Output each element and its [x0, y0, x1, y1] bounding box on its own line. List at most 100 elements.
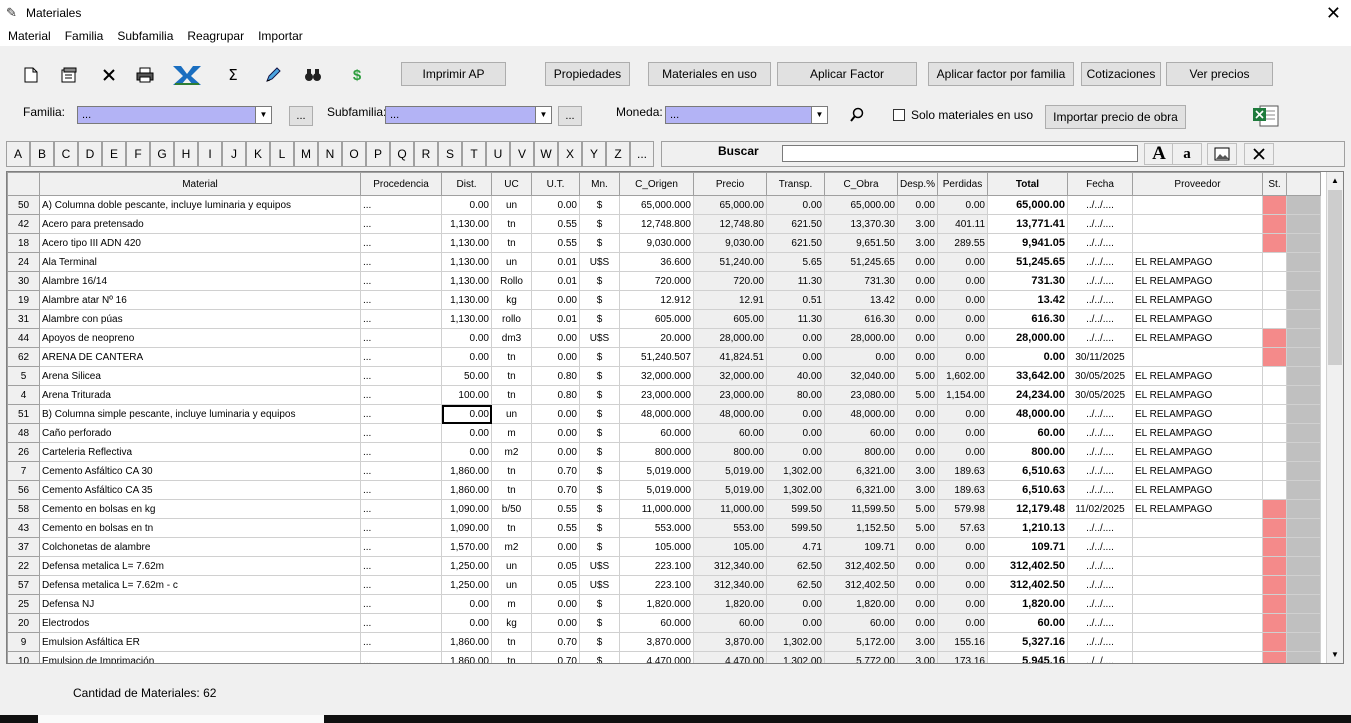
table-cell[interactable]: $	[579, 461, 620, 481]
table-cell[interactable]: 62.50	[766, 575, 825, 595]
table-cell[interactable]: ../../....	[1067, 252, 1133, 272]
table-cell[interactable]: 5,019.00	[693, 480, 767, 500]
table-cell[interactable]: ...	[360, 556, 442, 576]
table-cell[interactable]: 599.50	[766, 518, 825, 538]
table-cell[interactable]: 616.30	[987, 309, 1068, 329]
table-cell[interactable]: 0.00	[766, 195, 825, 215]
table-cell[interactable]: ../../....	[1067, 613, 1133, 633]
table-row[interactable]: 26 Carteleria Reflectiva... 0.00 m2 0.00 $800…	[7, 442, 1321, 462]
menu-subfamilia[interactable]: Subfamilia	[117, 29, 173, 43]
table-cell[interactable]: 65,000.00	[824, 195, 898, 215]
table-cell[interactable]: Alambre con púas	[39, 309, 361, 329]
table-cell[interactable]: 25	[7, 594, 40, 614]
column-header[interactable]: Precio	[693, 172, 767, 196]
table-cell[interactable]: 13,370.30	[824, 214, 898, 234]
table-cell[interactable]: 5,019.000	[619, 480, 694, 500]
table-cell[interactable]: 0.00	[897, 537, 938, 557]
table-cell[interactable]: ...	[360, 461, 442, 481]
table-cell[interactable]	[1132, 556, 1263, 576]
table-cell[interactable]: 18	[7, 233, 40, 253]
column-header[interactable]: C_Origen	[619, 172, 694, 196]
table-cell[interactable]: 24	[7, 252, 40, 272]
table-cell[interactable]: 40.00	[766, 366, 825, 386]
table-cell[interactable]: U$S	[579, 252, 620, 272]
table-cell[interactable]: ...	[360, 385, 442, 405]
excel-export-icon[interactable]	[170, 64, 204, 86]
table-cell[interactable]: 4,470.000	[619, 651, 694, 663]
table-cell[interactable]: ../../....	[1067, 271, 1133, 291]
table-cell[interactable]: 62.50	[766, 556, 825, 576]
table-cell[interactable]: 1,820.00	[693, 594, 767, 614]
table-cell[interactable]: 11,000.000	[619, 499, 694, 519]
table-cell[interactable]: 60.00	[824, 613, 898, 633]
ver-precios-button[interactable]: Ver precios	[1166, 62, 1273, 86]
table-cell[interactable]: 9,030.000	[619, 233, 694, 253]
materiales-en-uso-button[interactable]: Materiales en uso	[648, 62, 771, 86]
table-cell[interactable]: rollo	[491, 309, 532, 329]
table-cell[interactable]: Arena Triturada	[39, 385, 361, 405]
table-cell[interactable]: 62	[7, 347, 40, 367]
search-icon[interactable]	[846, 104, 868, 126]
image-icon[interactable]	[1207, 143, 1237, 165]
new-document-icon[interactable]	[20, 64, 42, 86]
column-header[interactable]: U.T.	[531, 172, 580, 196]
table-cell[interactable]: 0.01	[531, 309, 580, 329]
column-header[interactable]: Mn.	[579, 172, 620, 196]
table-cell[interactable]: ...	[360, 613, 442, 633]
table-cell[interactable]: kg	[491, 613, 532, 633]
table-cell[interactable]: m2	[491, 442, 532, 462]
table-cell[interactable]: Cemento en bolsas en tn	[39, 518, 361, 538]
table-cell[interactable]: 1,250.00	[441, 575, 492, 595]
table-cell[interactable]: ../../....	[1067, 290, 1133, 310]
table-cell[interactable]: 0.00	[766, 594, 825, 614]
table-cell[interactable]: 155.16	[937, 632, 988, 652]
dollar-icon[interactable]: $	[346, 64, 368, 86]
table-cell[interactable]: ...	[360, 214, 442, 234]
table-cell[interactable]: 1,130.00	[441, 271, 492, 291]
table-cell[interactable]: 0.00	[897, 309, 938, 329]
table-cell[interactable]: EL RELAMPAGO	[1132, 404, 1263, 424]
table-cell[interactable]: Cemento en bolsas en kg	[39, 499, 361, 519]
subfamilia-browse-button[interactable]: ...	[558, 106, 582, 126]
table-cell[interactable]: 3.00	[897, 651, 938, 663]
table-cell[interactable]: 6,321.00	[824, 480, 898, 500]
table-cell[interactable]: EL RELAMPAGO	[1132, 290, 1263, 310]
table-cell[interactable]: Cemento Asfáltico CA 35	[39, 480, 361, 500]
table-cell[interactable]: $	[579, 423, 620, 443]
table-cell[interactable]: EL RELAMPAGO	[1132, 252, 1263, 272]
table-cell[interactable]: ../../....	[1067, 651, 1133, 663]
table-cell[interactable]: $	[579, 271, 620, 291]
table-cell[interactable]: $	[579, 518, 620, 538]
table-cell[interactable]: Carteleria Reflectiva	[39, 442, 361, 462]
table-cell[interactable]: ../../....	[1067, 442, 1133, 462]
table-cell[interactable]: Arena Silicea	[39, 366, 361, 386]
table-cell[interactable]: ...	[360, 347, 442, 367]
table-cell[interactable]: dm3	[491, 328, 532, 348]
table-cell[interactable]: 12,748.80	[693, 214, 767, 234]
table-cell[interactable]: 19	[7, 290, 40, 310]
table-cell[interactable]: Alambre atar Nº 16	[39, 290, 361, 310]
table-cell[interactable]	[1132, 651, 1263, 663]
table-cell[interactable]: ...	[360, 480, 442, 500]
table-cell[interactable]: 0.00	[897, 442, 938, 462]
table-cell[interactable]: 0.00	[937, 195, 988, 215]
table-cell[interactable]: Cemento Asfáltico CA 30	[39, 461, 361, 481]
table-cell[interactable]: 20	[7, 613, 40, 633]
table-cell[interactable]: 10	[7, 651, 40, 663]
table-cell[interactable]: 1,130.00	[441, 309, 492, 329]
table-cell[interactable]: 1,302.00	[766, 461, 825, 481]
table-cell[interactable]: 60.00	[824, 423, 898, 443]
table-cell[interactable]: 1,130.00	[441, 252, 492, 272]
table-cell[interactable]: 23,000.00	[693, 385, 767, 405]
table-cell[interactable]: 0.70	[531, 651, 580, 663]
table-cell[interactable]: 1,152.50	[824, 518, 898, 538]
table-cell[interactable]: 7	[7, 461, 40, 481]
table-cell[interactable]: 0.55	[531, 233, 580, 253]
print-icon[interactable]	[134, 64, 156, 86]
table-cell[interactable]: ...	[360, 290, 442, 310]
table-cell[interactable]: 312,402.50	[824, 556, 898, 576]
table-cell[interactable]: ../../....	[1067, 423, 1133, 443]
table-cell[interactable]: 0.00	[441, 347, 492, 367]
table-cell[interactable]: 0.00	[937, 252, 988, 272]
table-cell[interactable]: 189.63	[937, 480, 988, 500]
